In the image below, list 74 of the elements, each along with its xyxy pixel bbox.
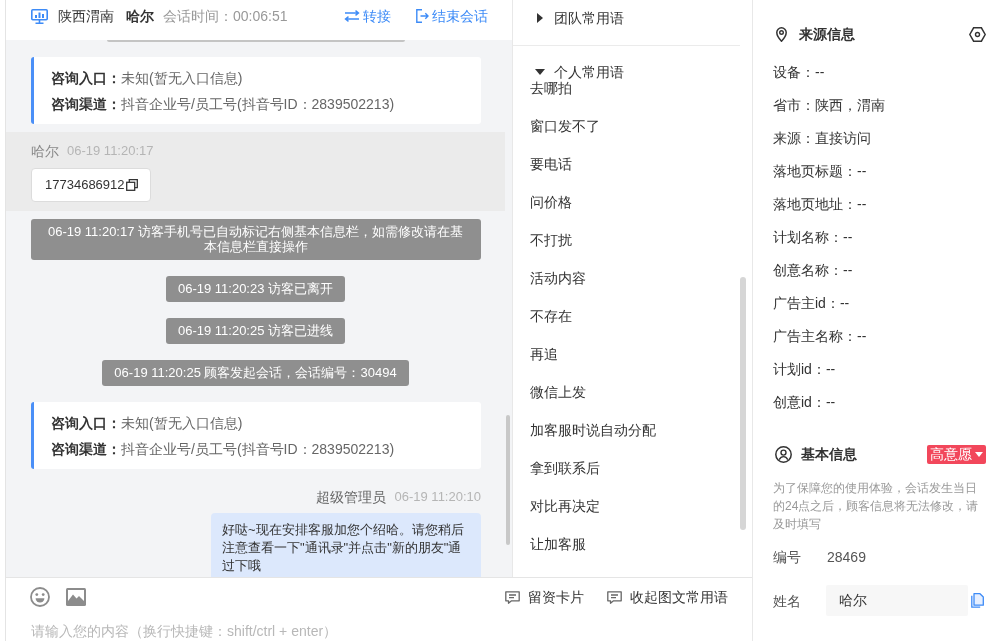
phrase-item[interactable]: 要电话 [513,156,572,172]
info-label: 咨询渠道： [51,440,121,459]
name-input[interactable]: 哈尔 [826,585,968,616]
source-field: 落地页标题：-- [773,161,867,181]
message-icon [505,590,520,604]
section-title: 来源信息 [799,25,855,44]
source-field: 计划名称：-- [773,227,853,247]
source-field: 创意名称：-- [773,260,853,280]
copy-icon[interactable] [125,179,138,191]
info-label: 咨询渠道： [51,95,121,114]
location-pin-icon [776,26,787,42]
phrase-item[interactable]: 微信上发 [513,384,586,400]
edit-notice: 为了保障您的使用体验，会话发生当日的24点之后，顾客信息将无法修改，请及时填写 [773,480,980,533]
scrollbar-thumb[interactable] [506,415,510,545]
system-message: 06-19 11:20:17 访客手机号已自动标记右侧基本信息栏，如需修改请在基本信息栏直接操作 [30,219,481,260]
info-value: 抖音企业号/员工号(抖音号ID：2839502213) [121,440,395,459]
user-circle-icon [775,445,792,463]
settings-icon[interactable] [969,26,986,42]
section-title: 基本信息 [801,445,857,464]
info-value: 未知(暂无入口信息) [121,69,243,88]
field-label: 编号 [773,548,801,567]
phrase-item[interactable]: 不存在 [513,308,572,324]
source-field: 省市：陕西，渭南 [773,95,885,115]
source-field: 计划id：-- [773,359,836,379]
info-label: 咨询入口： [51,414,121,433]
source-field: 设备：-- [773,62,825,82]
system-message: 06-19 11:20:23 访客已离开 [165,276,346,302]
system-message: 06-19 11:20:25 访客已进线 [165,318,346,344]
source-field: 广告主id：-- [773,293,850,313]
phrase-item[interactable]: 不打扰 [513,232,572,248]
visitor-name: 哈尔 [126,7,154,26]
info-value: 未知(暂无入口信息) [121,414,243,433]
phrase-item[interactable]: 对比再决定 [513,498,600,514]
info-value: 抖音企业号/员工号(抖音号ID：2839502213) [121,95,395,114]
phrase-item[interactable]: 活动内容 [513,270,586,286]
message-input[interactable]: 请输入您的内容（换行快捷键：shift/ctrl + enter） [31,622,728,640]
intent-tag-dropdown[interactable]: 高意愿 [927,444,986,464]
phrase-group-header[interactable]: 个人常用语 [513,64,624,80]
phrase-item[interactable]: 再追 [513,346,558,362]
phrase-item[interactable]: 去哪拍 [513,80,572,96]
sender-name: 超级管理员 [315,488,386,506]
transfer-button[interactable]: 转接 [344,6,391,26]
field-label: 姓名 [773,591,801,611]
field-value: 28469 [827,548,866,567]
visitor-location: 陕西渭南 [58,7,114,26]
collapse-phrases-button[interactable]: 收起图文常用语 [607,587,728,607]
emoji-icon[interactable] [30,587,50,607]
document-copy-icon[interactable] [971,593,984,608]
system-message: 06-19 11:20:25 顾客发起会话，会话编号：30494 [102,360,409,386]
phrase-item[interactable]: 让加客服 [513,536,586,552]
source-field: 广告主名称：-- [773,326,867,346]
source-field: 来源：直接访问 [773,128,871,148]
transfer-arrows-icon [344,10,360,22]
end-session-button[interactable]: 结束会话 [416,6,488,26]
agent-message-bubble: 好哒~现在安排客服加您个绍哈。请您稍后注意查看一下"通讯录"并点击"新的朋友"通过下哦 [211,513,481,577]
caret-down-icon [975,451,983,457]
monitor-chart-icon [31,8,48,24]
sender-name: 哈尔 [31,142,59,160]
phrase-item[interactable]: 问价格 [513,194,572,210]
phrase-group-header[interactable]: 团队常用语 [513,10,624,26]
source-field: 创意id：-- [773,392,836,412]
phrase-item[interactable]: 拿到联系后 [513,460,600,476]
exit-icon [416,9,429,23]
phone-number: 17734686912 [45,177,125,193]
session-duration: 会话时间：00:06:51 [163,7,288,26]
source-field: 落地页地址：-- [773,194,867,214]
info-label: 咨询入口： [51,69,121,88]
image-icon[interactable] [66,588,86,606]
lead-card-button[interactable]: 留资卡片 [505,587,584,607]
message-icon [607,590,622,604]
phrase-item[interactable]: 加客服时说自动分配 [513,422,656,438]
scrollbar-thumb[interactable] [740,277,746,530]
message-time: 06-19 11:20:10 [394,488,481,506]
phrase-item[interactable]: 窗口发不了 [513,118,600,134]
